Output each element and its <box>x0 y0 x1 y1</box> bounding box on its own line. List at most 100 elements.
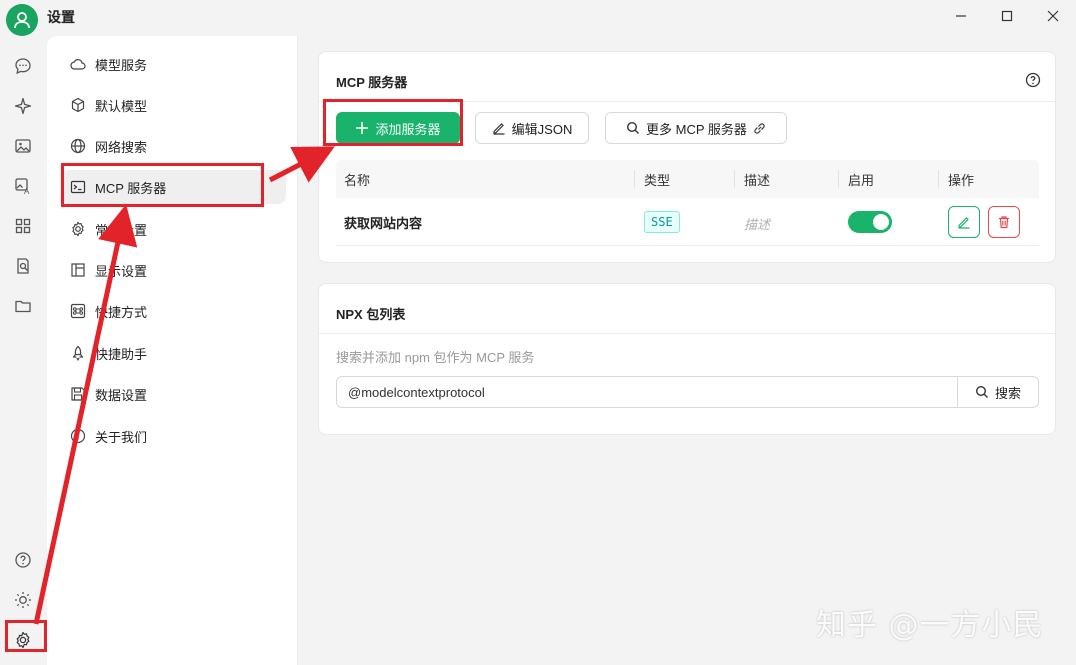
external-link-icon <box>754 122 765 134</box>
cube-icon <box>69 96 87 114</box>
rail-settings-button[interactable] <box>7 624 39 656</box>
doc-search-icon <box>17 258 29 274</box>
search-icon <box>627 121 640 134</box>
edit-icon <box>493 123 505 135</box>
cloud-icon <box>69 55 87 73</box>
menu-item-quick-assistant[interactable]: 快捷助手 <box>61 336 286 370</box>
npx-section-title: NPX 包列表 <box>336 307 406 322</box>
image-icon <box>15 139 31 153</box>
npx-subtitle: 搜索并添加 npm 包作为 MCP 服务 <box>336 350 535 365</box>
col-type-header: 类型 <box>644 172 671 188</box>
close-icon <box>1047 10 1059 22</box>
minimize-icon <box>956 15 966 17</box>
settings-gear-icon <box>16 631 30 649</box>
npx-packages-card: NPX 包列表 搜索并添加 npm 包作为 MCP 服务 @modelconte… <box>318 283 1056 435</box>
rail-theme-button[interactable] <box>7 584 39 616</box>
col-name-header: 名称 <box>344 172 371 188</box>
rail-translate-button[interactable]: A <box>7 170 39 202</box>
help-circle-icon[interactable] <box>1025 72 1041 91</box>
more-mcp-servers-button[interactable]: 更多 MCP 服务器 <box>605 112 787 144</box>
col-description-header: 描述 <box>744 172 771 188</box>
divider <box>938 170 939 188</box>
menu-item-label: 默认模型 <box>95 98 148 114</box>
rail-help-button[interactable] <box>7 544 39 576</box>
rail-apps-button[interactable] <box>7 210 39 242</box>
maximize-button[interactable] <box>984 0 1030 32</box>
close-window-button[interactable] <box>1030 0 1076 32</box>
col-actions-header: 操作 <box>948 172 975 188</box>
menu-item-display-settings[interactable]: 显示设置 <box>61 253 286 287</box>
maximize-icon <box>1001 10 1013 22</box>
menu-item-mcp-servers[interactable]: MCP 服务器 <box>61 170 286 204</box>
menu-item-label: 网络搜索 <box>95 139 148 155</box>
menu-item-shortcuts[interactable]: 快捷方式 <box>61 294 286 328</box>
settings-content: MCP 服务器 添加服务器 编辑JSON 更多 MCP 服务器 名称 类型 描述… <box>298 36 1076 665</box>
plus-icon <box>356 122 369 134</box>
menu-item-label: 模型服务 <box>95 57 148 73</box>
menu-item-about[interactable]: 关于我们 <box>61 419 286 453</box>
apps-grid-icon <box>15 218 31 234</box>
trash-icon <box>999 216 1009 229</box>
gear-icon <box>69 220 87 238</box>
menu-item-general-settings[interactable]: 常规设置 <box>61 212 286 246</box>
menu-item-model-service[interactable]: 模型服务 <box>61 47 286 81</box>
server-name: 获取网站内容 <box>344 216 423 231</box>
npm-search-input[interactable]: @modelcontextprotocol <box>336 376 958 408</box>
edit-json-button[interactable]: 编辑JSON <box>475 112 589 144</box>
chat-icon <box>15 58 31 75</box>
settings-menu: 模型服务 默认模型 网络搜索 MCP 服务器 常规设置 显示设置 快捷方式 快捷… <box>47 36 298 665</box>
image-edit-icon: A <box>15 178 30 195</box>
add-server-button[interactable]: 添加服务器 <box>336 112 460 144</box>
command-key-icon <box>69 302 87 320</box>
sparkle-icon <box>14 97 32 115</box>
menu-item-label: 显示设置 <box>95 263 148 279</box>
menu-item-label: 常规设置 <box>95 222 148 238</box>
menu-item-default-model[interactable]: 默认模型 <box>61 88 286 122</box>
rail-files-button[interactable] <box>7 290 39 322</box>
menu-item-label: 数据设置 <box>95 387 148 403</box>
menu-item-label: MCP 服务器 <box>95 180 167 196</box>
menu-item-label: 关于我们 <box>95 429 148 445</box>
window-title: 设置 <box>47 9 75 25</box>
server-type-badge: SSE <box>644 211 680 233</box>
menu-item-web-search[interactable]: 网络搜索 <box>61 129 286 163</box>
enable-toggle[interactable] <box>848 211 892 233</box>
globe-icon <box>69 137 87 155</box>
toggle-knob <box>873 214 889 230</box>
col-enabled-header: 启用 <box>848 172 875 188</box>
search-icon <box>975 385 988 398</box>
menu-item-label: 快捷方式 <box>95 304 148 320</box>
icon-rail: A <box>0 34 46 665</box>
divider <box>838 170 839 188</box>
save-disk-icon <box>69 385 87 403</box>
theme-sun-icon <box>15 592 31 608</box>
svg-text:A: A <box>24 187 30 195</box>
rocket-icon <box>69 344 87 362</box>
menu-item-label: 快捷助手 <box>95 346 148 362</box>
menu-item-data-settings[interactable]: 数据设置 <box>61 377 286 411</box>
rail-knowledge-button[interactable] <box>7 250 39 282</box>
table-row: 获取网站内容 SSE 描述 <box>336 198 1039 246</box>
rail-agents-button[interactable] <box>7 90 39 122</box>
npm-search-button[interactable]: 搜索 <box>957 376 1039 408</box>
edit-icon <box>958 217 970 229</box>
user-avatar[interactable] <box>6 4 38 36</box>
rail-chat-button[interactable] <box>7 50 39 82</box>
minimize-button[interactable] <box>938 0 984 32</box>
mcp-servers-card: MCP 服务器 添加服务器 编辑JSON 更多 MCP 服务器 名称 类型 描述… <box>318 51 1056 263</box>
folder-icon <box>15 300 31 313</box>
servers-table-header: 名称 类型 描述 启用 操作 <box>336 160 1039 198</box>
divider <box>319 101 1055 102</box>
terminal-icon <box>69 178 87 196</box>
delete-server-button[interactable] <box>988 206 1020 238</box>
server-description: 描述 <box>744 217 771 232</box>
title-bar: 设置 <box>0 0 1076 36</box>
mcp-section-title: MCP 服务器 <box>336 75 408 90</box>
divider <box>319 333 1055 334</box>
info-icon <box>69 427 87 445</box>
rail-painting-button[interactable] <box>7 130 39 162</box>
layout-icon <box>69 261 87 279</box>
help-icon <box>15 552 31 568</box>
divider <box>734 170 735 188</box>
edit-server-button[interactable] <box>948 206 980 238</box>
